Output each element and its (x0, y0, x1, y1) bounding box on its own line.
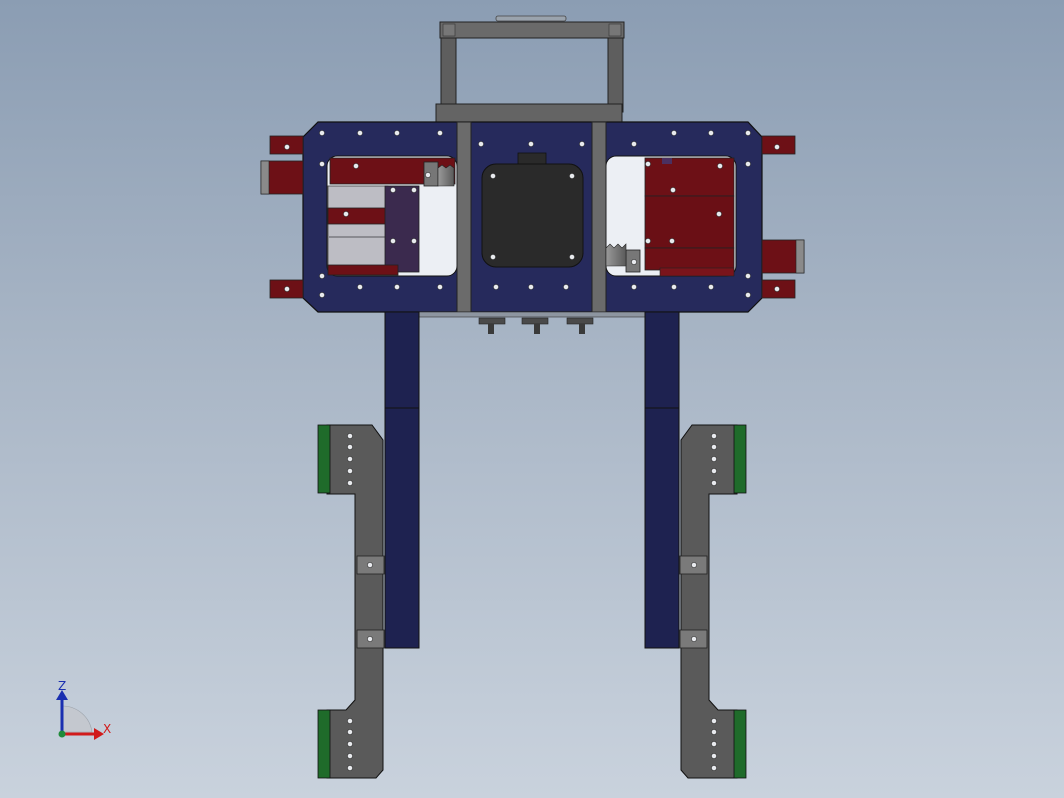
hole (437, 130, 443, 136)
hole (390, 238, 396, 244)
hole (569, 173, 575, 179)
hole (711, 753, 717, 759)
hole (353, 163, 359, 169)
hole (390, 187, 396, 193)
left-rails (260, 135, 304, 299)
hole (716, 211, 722, 217)
hole (367, 636, 373, 642)
hole (631, 284, 637, 290)
x-axis-label: X (103, 722, 111, 736)
hole (490, 254, 496, 260)
hole (711, 729, 717, 735)
hole (711, 468, 717, 474)
hole (319, 273, 325, 279)
hole (357, 284, 363, 290)
hole (347, 444, 353, 450)
hole (347, 456, 353, 462)
hole (711, 433, 717, 439)
hole (347, 480, 353, 486)
hole (347, 729, 353, 735)
hole (528, 284, 534, 290)
hole (774, 144, 780, 150)
hole (671, 130, 677, 136)
hole (411, 238, 417, 244)
hole (717, 163, 723, 169)
hole (347, 765, 353, 771)
hole (563, 284, 569, 290)
hole (669, 238, 675, 244)
hole (425, 172, 431, 178)
hole (367, 562, 373, 568)
hole (671, 284, 677, 290)
hole (711, 444, 717, 450)
hole (284, 286, 290, 292)
hole (774, 286, 780, 292)
hole (394, 130, 400, 136)
hole (711, 718, 717, 724)
hole (347, 753, 353, 759)
hole (569, 254, 575, 260)
hole (711, 741, 717, 747)
hole (708, 284, 714, 290)
hole (319, 292, 325, 298)
hole (394, 284, 400, 290)
hole (711, 765, 717, 771)
hole (411, 187, 417, 193)
hole (691, 562, 697, 568)
hole (347, 718, 353, 724)
hole (711, 456, 717, 462)
z-axis-label: Z (58, 679, 66, 693)
hole (347, 433, 353, 439)
hole (711, 480, 717, 486)
hole (343, 211, 349, 217)
hole (528, 141, 534, 147)
hole (631, 141, 637, 147)
hole (284, 144, 290, 150)
hole (645, 161, 651, 167)
triad-icon[interactable]: Z X (56, 679, 111, 740)
hole (708, 130, 714, 136)
center-motor (481, 152, 584, 268)
cad-viewport[interactable]: Z X (0, 0, 1064, 798)
hole (745, 130, 751, 136)
hole (478, 141, 484, 147)
hole (493, 284, 499, 290)
right-rails (761, 135, 805, 299)
hole (670, 187, 676, 193)
right-arm (644, 311, 680, 649)
hole (745, 161, 751, 167)
hole (347, 741, 353, 747)
hole (490, 173, 496, 179)
hole (691, 636, 697, 642)
hole (579, 141, 585, 147)
hole (357, 130, 363, 136)
hole (347, 468, 353, 474)
bottom-mount-plate (417, 311, 646, 334)
hole (319, 130, 325, 136)
hole (745, 273, 751, 279)
hole (645, 238, 651, 244)
top-mount-bracket (435, 15, 625, 123)
hole (631, 259, 637, 265)
hole (319, 161, 325, 167)
left-gripper-finger (317, 424, 385, 779)
right-gripper-finger (679, 424, 747, 779)
hole (745, 292, 751, 298)
hole (437, 284, 443, 290)
left-arm (384, 311, 420, 649)
